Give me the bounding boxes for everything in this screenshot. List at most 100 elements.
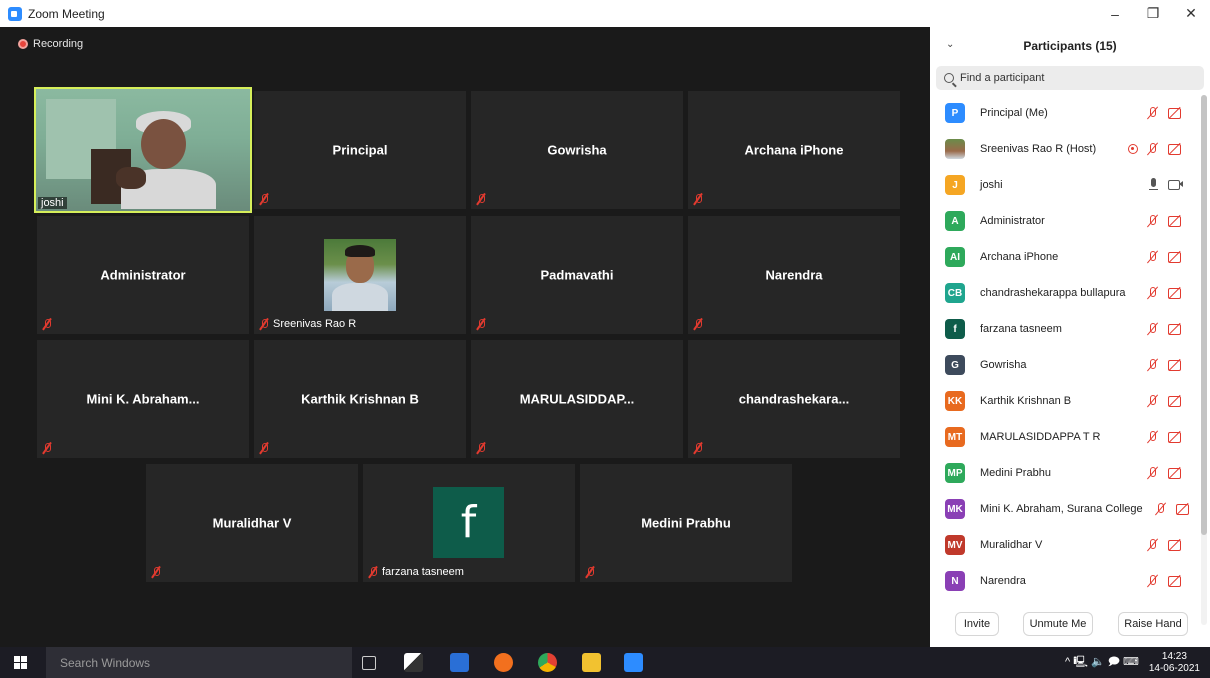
tile-name: Gowrisha (547, 142, 607, 158)
start-button[interactable] (0, 647, 40, 678)
participant-row[interactable]: MK Mini K. Abraham, Surana College (930, 491, 1200, 527)
video-tile[interactable]: Gowrisha (471, 91, 683, 209)
muted-mic-icon[interactable] (1146, 574, 1160, 588)
video-off-icon[interactable] (1168, 251, 1184, 263)
avatar: MP (945, 463, 965, 483)
video-tile[interactable]: Principal (254, 91, 466, 209)
search-icon (944, 73, 954, 83)
video-tile[interactable]: MARULASIDDAP... (471, 340, 683, 458)
muted-mic-icon (367, 566, 379, 578)
muted-mic-icon[interactable] (1146, 142, 1160, 156)
video-tile[interactable]: Mini K. Abraham... (37, 340, 249, 458)
zoom-taskbar-icon[interactable] (624, 653, 643, 672)
video-tile[interactable]: f farzana tasneem (363, 464, 575, 582)
video-off-icon[interactable] (1168, 107, 1184, 119)
video-off-icon[interactable] (1168, 215, 1184, 227)
video-tile[interactable]: Administrator (37, 216, 249, 334)
participant-name: Sreenivas Rao R (Host) (980, 143, 1097, 155)
muted-mic-icon[interactable] (1154, 502, 1168, 516)
video-tile[interactable]: Muralidhar V (146, 464, 358, 582)
video-off-icon[interactable] (1168, 395, 1184, 407)
video-off-icon[interactable] (1168, 575, 1184, 587)
muted-mic-icon (258, 442, 270, 454)
zoom-logo-icon (8, 6, 22, 21)
participant-row[interactable]: A Administrator (930, 203, 1200, 239)
video-off-icon[interactable] (1168, 323, 1184, 335)
participant-name: Gowrisha (980, 359, 1027, 371)
video-off-icon[interactable] (1168, 539, 1184, 551)
recording-indicator[interactable]: Recording (18, 38, 83, 50)
video-off-icon[interactable] (1176, 503, 1192, 515)
firefox-icon[interactable] (494, 653, 513, 672)
recording-icon (1128, 144, 1138, 154)
participant-row[interactable]: N Narendra (930, 563, 1200, 599)
video-tile[interactable]: Archana iPhone (688, 91, 900, 209)
file-explorer-icon[interactable] (582, 653, 601, 672)
participants-panel: ⌄ Participants (15) Find a participant P… (930, 27, 1210, 647)
participant-list-scrollbar[interactable] (1201, 95, 1207, 625)
video-tile[interactable]: Medini Prabhu (580, 464, 792, 582)
participant-row[interactable]: P Principal (Me) (930, 95, 1200, 131)
tile-name-label: joshi (38, 197, 67, 209)
muted-mic-icon[interactable] (1146, 358, 1160, 372)
video-tile[interactable]: Padmavathi (471, 216, 683, 334)
participant-row[interactable]: CB chandrashekarappa bullapura (930, 275, 1200, 311)
avatar: f (433, 487, 504, 558)
video-off-icon[interactable] (1168, 467, 1184, 479)
chrome-icon[interactable] (538, 653, 557, 672)
muted-mic-icon[interactable] (1146, 250, 1160, 264)
close-button[interactable]: ✕ (1172, 0, 1210, 27)
video-tile[interactable]: Sreenivas Rao R (254, 216, 466, 334)
video-tile[interactable]: Narendra (688, 216, 900, 334)
mic-icon[interactable] (1148, 178, 1160, 192)
participant-row[interactable]: J joshi (930, 167, 1200, 203)
muted-mic-icon[interactable] (1146, 214, 1160, 228)
participant-row[interactable]: MT MARULASIDDAPPA T R (930, 419, 1200, 455)
task-view-icon[interactable] (362, 656, 376, 670)
participant-row[interactable]: f farzana tasneem (930, 311, 1200, 347)
participant-row[interactable]: Sreenivas Rao R (Host) (930, 131, 1200, 167)
video-tile-active-speaker[interactable]: joshi (34, 87, 252, 213)
tile-name: Medini Prabhu (641, 515, 731, 531)
notepad-icon[interactable] (450, 653, 469, 672)
taskbar-search-input[interactable]: Search Windows (46, 647, 352, 678)
minimize-button[interactable]: – (1096, 0, 1134, 27)
video-off-icon[interactable] (1168, 431, 1184, 443)
video-off-icon[interactable] (1168, 287, 1184, 299)
tray-icons[interactable]: ^ 🖳 🔈 🗩 ⌨ (1065, 653, 1139, 672)
muted-mic-icon (584, 566, 596, 578)
muted-mic-icon (258, 318, 270, 330)
video-off-icon[interactable] (1168, 359, 1184, 371)
tile-name: Narendra (765, 267, 823, 283)
avatar: MT (945, 427, 965, 447)
video-off-icon[interactable] (1168, 143, 1184, 155)
participant-row[interactable]: G Gowrisha (930, 347, 1200, 383)
photos-icon[interactable] (404, 653, 423, 672)
muted-mic-icon[interactable] (1146, 106, 1160, 120)
muted-mic-icon[interactable] (1146, 430, 1160, 444)
muted-mic-icon[interactable] (1146, 466, 1160, 480)
tile-name: chandrashekara... (738, 391, 850, 407)
participant-row[interactable]: KK Karthik Krishnan B (930, 383, 1200, 419)
avatar: N (945, 571, 965, 591)
scrollbar-thumb[interactable] (1201, 95, 1207, 535)
participant-row[interactable]: AI Archana iPhone (930, 239, 1200, 275)
participant-name: farzana tasneem (980, 323, 1062, 335)
muted-mic-icon[interactable] (1146, 538, 1160, 552)
video-icon[interactable] (1168, 179, 1184, 191)
panel-header: ⌄ Participants (15) (930, 27, 1210, 64)
invite-button[interactable]: Invite (955, 612, 999, 636)
clock[interactable]: 14:23 14-06-2021 (1149, 651, 1200, 675)
participant-row[interactable]: MP Medini Prabhu (930, 455, 1200, 491)
muted-mic-icon[interactable] (1146, 322, 1160, 336)
participant-row[interactable]: MV Muralidhar V (930, 527, 1200, 563)
muted-mic-icon[interactable] (1146, 286, 1160, 300)
raise-hand-button[interactable]: Raise Hand (1118, 612, 1188, 636)
restore-button[interactable]: ❐ (1134, 0, 1172, 27)
participant-name: MARULASIDDAPPA T R (980, 431, 1101, 443)
video-tile[interactable]: Karthik Krishnan B (254, 340, 466, 458)
muted-mic-icon[interactable] (1146, 394, 1160, 408)
participant-search-input[interactable]: Find a participant (936, 66, 1204, 90)
video-tile[interactable]: chandrashekara... (688, 340, 900, 458)
unmute-me-button[interactable]: Unmute Me (1023, 612, 1093, 636)
